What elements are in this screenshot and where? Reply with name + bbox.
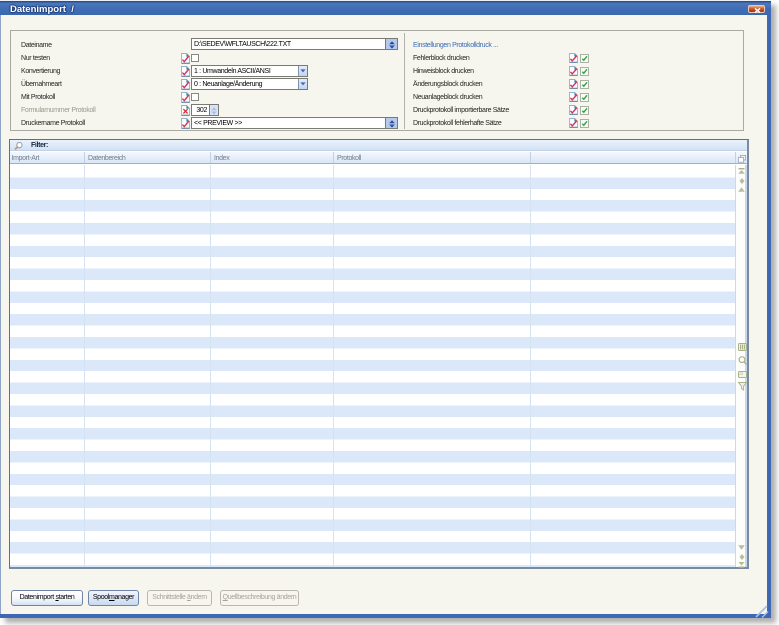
svg-text:²³: ²³	[739, 372, 743, 378]
